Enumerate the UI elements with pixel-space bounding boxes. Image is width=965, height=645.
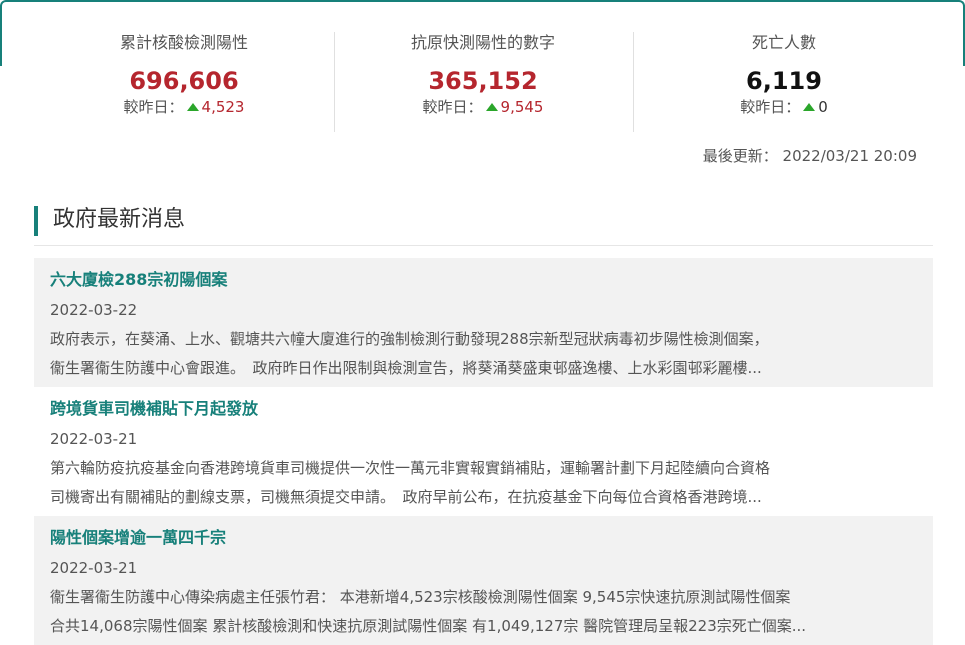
news-item[interactable]: 六大廈檢288宗初陽個案 2022-03-22 政府表示，在葵涌、上水、觀塘共六…: [34, 258, 933, 387]
news-summary-line: 衞生署衞生防護中心傳染病處主任張竹君： 本港新增4,523宗核酸檢測陽性個案 9…: [50, 588, 791, 606]
section-title: 政府最新消息: [53, 207, 186, 232]
news-title-link[interactable]: 六大廈檢288宗初陽個案: [50, 265, 917, 295]
change-label: 較昨日：: [740, 98, 801, 116]
section-divider: [34, 245, 933, 246]
change-label: 較昨日：: [422, 98, 483, 116]
change-value: 4,523: [201, 98, 245, 116]
news-item[interactable]: 陽性個案增逾一萬四千宗 2022-03-21 衞生署衞生防護中心傳染病處主任張竹…: [34, 516, 933, 645]
news-date: 2022-03-21: [50, 430, 138, 448]
divider: [633, 32, 634, 132]
change-value: 9,545: [500, 98, 544, 116]
stat-change: 較昨日： 9,545: [383, 97, 583, 117]
divider: [334, 32, 335, 132]
up-triangle-icon: [485, 103, 498, 111]
up-triangle-icon: [186, 103, 199, 111]
stat-antigen-positive: 抗原快測陽性的數字 365,152 較昨日： 9,545: [383, 33, 583, 117]
news-summary-line: 衞生署衞生防護中心會跟進。 政府昨日作出限制與檢測宣告，將葵涌葵盛東邨盛逸樓、上…: [50, 359, 762, 377]
stat-value: 365,152: [428, 67, 538, 95]
news-date: 2022-03-21: [50, 559, 138, 577]
news-title-link[interactable]: 跨境貨車司機補貼下月起發放: [50, 394, 917, 424]
last-updated: 最後更新： 2022/03/21 20:09: [702, 147, 917, 165]
change-label: 較昨日：: [123, 98, 184, 116]
stat-label: 死亡人數: [751, 33, 816, 52]
stat-value: 696,606: [129, 67, 239, 95]
stat-label: 累計核酸檢測陽性: [119, 33, 248, 52]
news-summary-line: 政府表示，在葵涌、上水、觀塘共六幢大廈進行的強制檢測行動發現288宗新型冠狀病毒…: [50, 330, 769, 348]
stat-deaths: 死亡人數 6,119 較昨日： 0: [684, 33, 884, 117]
stat-nucleic-positive: 累計核酸檢測陽性 696,606 較昨日： 4,523: [84, 33, 284, 117]
news-item[interactable]: 跨境貨車司機補貼下月起發放 2022-03-21 第六輪防疫抗疫基金向香港跨境貨…: [34, 387, 933, 516]
stat-value: 6,119: [746, 67, 822, 95]
stat-label: 抗原快測陽性的數字: [410, 33, 555, 52]
news-summary-line: 合共14,068宗陽性個案 累計核酸檢測和快速抗原測試陽性個案 有1,049,1…: [50, 617, 807, 635]
stat-change: 較昨日： 0: [684, 97, 884, 117]
news-summary-line: 司機寄出有關補貼的劃線支票，司機無須提交申請。 政府早前公布，在抗疫基金下向每位…: [50, 488, 762, 506]
change-value: 0: [818, 98, 828, 116]
up-triangle-icon: [803, 103, 816, 111]
section-accent-bar: [34, 206, 38, 236]
news-title-link[interactable]: 陽性個案增逾一萬四千宗: [50, 523, 917, 553]
stat-change: 較昨日： 4,523: [84, 97, 284, 117]
news-summary-line: 第六輪防疫抗疫基金向香港跨境貨車司機提供一次性一萬元非實報實銷補貼，運輸署計劃下…: [50, 459, 771, 477]
news-date: 2022-03-22: [50, 301, 138, 319]
